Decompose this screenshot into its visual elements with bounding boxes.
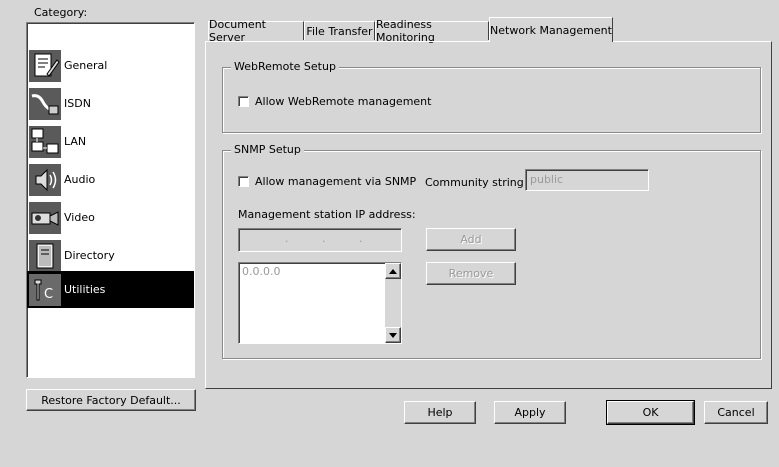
tab-network-management[interactable]: Network Management [489, 17, 613, 42]
category-item-audio[interactable]: Audio [27, 161, 194, 198]
community-string-label: Community string: [425, 176, 528, 189]
station-list[interactable]: 0.0.0.0 [238, 262, 402, 344]
ip-separator: . [285, 232, 289, 245]
allow-snmp-checkbox[interactable]: Allow management via SNMP [238, 175, 416, 188]
category-item-utilities[interactable]: C Utilities [27, 271, 194, 308]
category-item-video[interactable]: Video [27, 199, 194, 236]
tab-document-server[interactable]: Document Server [208, 18, 304, 44]
isdn-icon [29, 87, 61, 120]
webremote-setup-group: WebRemote Setup Allow WebRemote manageme… [222, 60, 761, 133]
allow-webremote-label: Allow WebRemote management [255, 95, 432, 108]
tab-readiness-monitoring[interactable]: Readiness Monitoring [375, 18, 489, 44]
help-button[interactable]: Help [404, 401, 476, 424]
video-icon [29, 201, 61, 234]
svg-text:C: C [44, 287, 53, 302]
ip-separator: . [322, 232, 326, 245]
management-station-label: Management station IP address: [238, 208, 416, 221]
category-item-label: General [64, 59, 108, 72]
category-item-label: Utilities [64, 283, 106, 296]
snmp-setup-title: SNMP Setup [231, 143, 304, 156]
category-item-label: ISDN [64, 97, 91, 110]
snmp-setup-group: SNMP Setup Allow management via SNMP Com… [222, 143, 761, 359]
audio-icon [29, 163, 61, 196]
scroll-up-button[interactable] [385, 263, 401, 279]
checkbox-box[interactable] [238, 176, 249, 187]
apply-button[interactable]: Apply [494, 401, 566, 424]
webremote-setup-title: WebRemote Setup [231, 60, 339, 73]
remove-button[interactable]: Remove [426, 262, 516, 285]
category-item-label: LAN [64, 135, 87, 148]
category-item-label: Audio [64, 173, 96, 186]
category-item-general[interactable]: General [27, 47, 194, 84]
allow-snmp-label: Allow management via SNMP [255, 175, 417, 188]
category-item-directory[interactable]: Directory [27, 237, 194, 274]
category-label: Category: [34, 6, 88, 19]
tab-file-transfer[interactable]: File Transfer [304, 21, 375, 40]
station-list-item[interactable]: 0.0.0.0 [242, 265, 280, 278]
ip-separator: . [359, 232, 363, 245]
category-item-lan[interactable]: LAN [27, 123, 194, 160]
cancel-button[interactable]: Cancel [704, 401, 768, 424]
utilities-icon: C [29, 273, 61, 306]
arrow-up-icon [389, 268, 397, 274]
category-item-label: Directory [64, 249, 115, 262]
directory-icon [29, 239, 61, 272]
lan-icon [29, 125, 61, 158]
ip-address-input[interactable]: . . . [238, 228, 402, 252]
restore-factory-default-button[interactable]: Restore Factory Default... [26, 389, 196, 411]
scrollbar[interactable] [385, 263, 401, 343]
category-item-isdn[interactable]: ISDN [27, 85, 194, 122]
category-item-label: Video [64, 211, 95, 224]
arrow-down-icon [389, 332, 397, 338]
checkbox-box[interactable] [238, 96, 249, 107]
scroll-down-button[interactable] [385, 327, 401, 343]
tab-panel: WebRemote Setup Allow WebRemote manageme… [205, 41, 772, 389]
tab-label: Network Management [490, 23, 612, 37]
allow-webremote-checkbox[interactable]: Allow WebRemote management [238, 95, 431, 108]
add-button[interactable]: Add [426, 228, 516, 251]
category-list[interactable]: General ISDN LAN Audio Video Directory C… [26, 22, 195, 378]
tab-label: File Transfer [306, 24, 373, 38]
general-icon [29, 49, 61, 82]
ok-button[interactable]: OK [606, 400, 695, 425]
community-string-input[interactable]: public [525, 169, 649, 191]
community-string-value: public [530, 173, 564, 186]
